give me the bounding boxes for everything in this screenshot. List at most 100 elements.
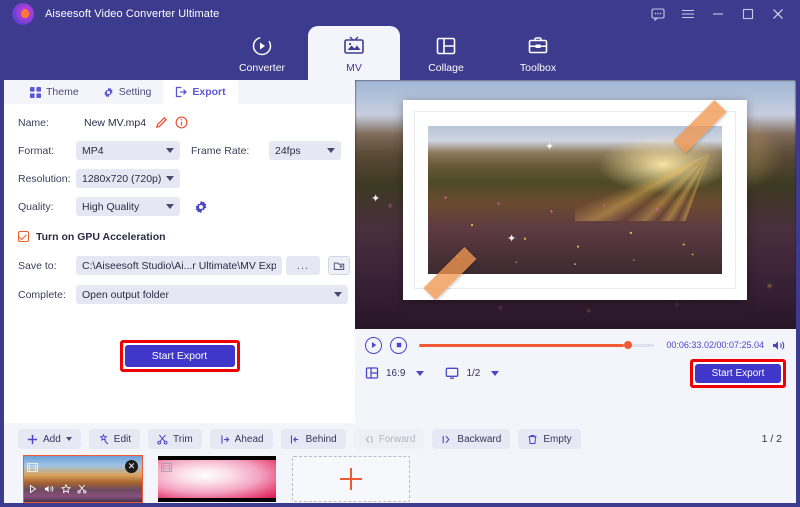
quality-settings-gear-icon[interactable] xyxy=(194,200,208,214)
tab-label-setting: Setting xyxy=(118,86,152,98)
collage-icon xyxy=(434,34,458,58)
resolution-value: 1280x720 (720p) xyxy=(82,172,162,185)
gpu-checkbox[interactable] xyxy=(18,231,29,242)
tab-export[interactable]: Export xyxy=(163,80,238,104)
progress-knob[interactable] xyxy=(623,340,632,349)
saveto-value: C:\Aiseesoft Studio\Ai...r Ultimate\MV E… xyxy=(82,259,276,272)
thumbnail-tools xyxy=(28,481,87,499)
volume-icon[interactable] xyxy=(772,339,786,352)
toolbar-button-ahead[interactable]: Ahead xyxy=(209,429,273,449)
thumb-play-icon[interactable] xyxy=(28,481,38,499)
photo-frame xyxy=(403,99,747,301)
move-backward-icon xyxy=(443,435,450,443)
sparkle-icon: ✦ xyxy=(371,193,381,205)
monitor-icon xyxy=(445,366,459,380)
thumbnail-item-1[interactable]: ✕ xyxy=(23,455,143,503)
minimize-icon[interactable] xyxy=(711,7,725,21)
format-row: Format: MP4 Frame Rate: 24fps xyxy=(18,141,355,160)
toolbar-button-add[interactable]: Add xyxy=(18,429,81,449)
close-icon[interactable] xyxy=(771,7,785,21)
video-preview[interactable]: ✦ ✦ ✦ xyxy=(355,80,796,329)
chevron-down-icon xyxy=(334,292,342,297)
toolbar-button-forward[interactable]: Forward xyxy=(353,429,425,449)
zoom-chevron-down-icon[interactable] xyxy=(491,370,500,376)
info-icon[interactable] xyxy=(175,116,188,129)
thumb-trim-icon[interactable] xyxy=(77,481,87,499)
timecode: 00:06:33.02/00:07:25.04 xyxy=(666,340,764,350)
format-label: Format: xyxy=(18,144,55,157)
play-icon[interactable] xyxy=(365,336,382,354)
gpu-row[interactable]: Turn on GPU Acceleration xyxy=(18,227,355,246)
quality-select[interactable]: High Quality xyxy=(76,197,180,216)
chevron-down-icon xyxy=(327,148,335,153)
format-value: MP4 xyxy=(82,144,104,157)
toolbar-button-trim[interactable]: Trim xyxy=(148,429,202,449)
nav-label-toolbox: Toolbox xyxy=(519,62,557,74)
name-label: Name: xyxy=(18,116,49,129)
preview-photo xyxy=(428,126,722,274)
format-select[interactable]: MP4 xyxy=(76,141,180,160)
saveto-row: Save to: C:\Aiseesoft Studio\Ai...r Ulti… xyxy=(18,256,355,275)
sparkle-icon: ✦ xyxy=(507,233,517,245)
start-export-button[interactable]: Start Export xyxy=(124,345,235,367)
progress-slider[interactable] xyxy=(419,340,655,349)
toolbar-button-behind[interactable]: Behind xyxy=(280,429,346,449)
open-folder-button[interactable] xyxy=(328,256,350,275)
resolution-row: Resolution: 1280x720 (720p) xyxy=(18,169,355,188)
quality-label: Quality: xyxy=(18,200,54,213)
nav-item-toolbox[interactable]: Toolbox xyxy=(492,26,584,82)
plus-icon xyxy=(340,468,362,490)
chevron-down-icon xyxy=(166,204,174,209)
tab-theme[interactable]: Theme xyxy=(18,80,91,104)
app-window: Aiseesoft Video Converter Ultimate Conve… xyxy=(0,0,800,507)
preview-start-export-annotation: Start Export xyxy=(690,358,786,388)
main-navigation: Converter MV Collage Toolbox xyxy=(0,24,800,82)
resolution-label: Resolution: xyxy=(18,172,71,185)
feedback-icon[interactable] xyxy=(651,7,665,21)
thumb-effect-icon[interactable] xyxy=(61,481,71,499)
toolbar-button-empty[interactable]: Empty xyxy=(518,429,581,449)
saveto-input[interactable]: C:\Aiseesoft Studio\Ai...r Ultimate\MV E… xyxy=(76,256,282,275)
zoom-value: 1/2 xyxy=(466,367,481,379)
export-panel: Theme Setting Export Name: New MV.mp4 Fo… xyxy=(4,80,355,423)
insert-behind-icon xyxy=(290,434,298,444)
chevron-down-icon xyxy=(166,148,174,153)
pencil-icon[interactable] xyxy=(155,116,168,129)
preview-start-export-button[interactable]: Start Export xyxy=(695,363,781,383)
quality-value: High Quality xyxy=(82,200,140,213)
complete-label: Complete: xyxy=(18,288,66,301)
tab-label-export: Export xyxy=(192,86,226,98)
insert-ahead-icon xyxy=(221,434,230,444)
maximize-icon[interactable] xyxy=(741,7,755,21)
nav-item-collage[interactable]: Collage xyxy=(400,26,492,82)
menu-icon[interactable] xyxy=(681,7,695,21)
add-chevron-down-icon[interactable] xyxy=(65,437,72,441)
toolbar-button-edit[interactable]: Edit xyxy=(88,429,141,449)
app-title: Aiseesoft Video Converter Ultimate xyxy=(45,8,220,20)
add-media-placeholder[interactable] xyxy=(292,456,410,502)
browse-button[interactable]: ... xyxy=(286,256,320,275)
framerate-select[interactable]: 24fps xyxy=(269,141,341,160)
toolbar-button-backward[interactable]: Backward xyxy=(432,429,511,449)
gpu-label: Turn on GPU Acceleration xyxy=(36,230,166,243)
aspect-chevron-down-icon[interactable] xyxy=(416,370,425,376)
toolbar-label-forward: Forward xyxy=(378,433,416,445)
export-form: Name: New MV.mp4 Format: MP4 Frame Rate:… xyxy=(4,104,355,423)
nav-item-mv[interactable]: MV xyxy=(308,26,400,82)
tab-setting[interactable]: Setting xyxy=(91,80,164,104)
complete-select[interactable]: Open output folder xyxy=(76,285,348,304)
thumbnail-item-2[interactable] xyxy=(158,456,276,502)
nav-label-converter: Converter xyxy=(238,62,286,74)
resolution-select[interactable]: 1280x720 (720p) xyxy=(76,169,180,188)
nav-item-converter[interactable]: Converter xyxy=(216,26,308,82)
stop-icon[interactable] xyxy=(390,336,407,354)
thumb-volume-icon[interactable] xyxy=(44,481,55,499)
film-strip-icon xyxy=(161,459,172,477)
framerate-label: Frame Rate: xyxy=(191,144,250,157)
quality-row: Quality: High Quality xyxy=(18,197,355,216)
thumbnail-2-image xyxy=(158,460,276,498)
remove-thumbnail-button[interactable]: ✕ xyxy=(125,460,138,473)
name-row: Name: New MV.mp4 xyxy=(18,113,355,132)
gear-icon xyxy=(103,86,114,98)
plus-icon xyxy=(27,434,38,444)
